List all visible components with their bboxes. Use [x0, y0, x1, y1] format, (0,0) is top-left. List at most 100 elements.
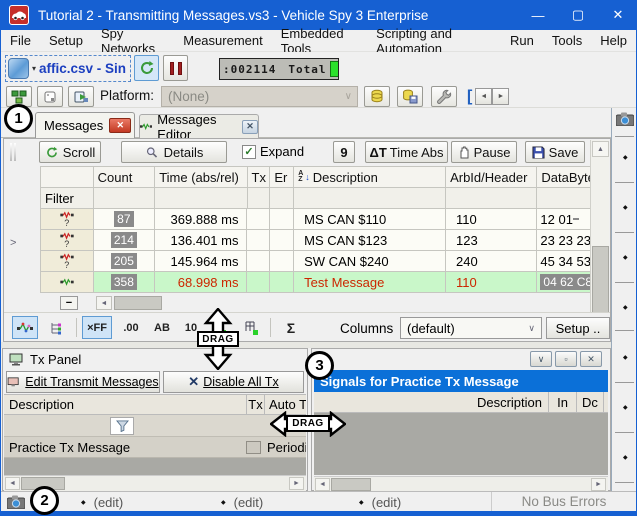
- menu-help[interactable]: Help: [591, 33, 636, 48]
- dock-bullet[interactable]: ◆: [623, 204, 628, 211]
- tree-view-button[interactable]: [44, 316, 70, 339]
- col-er-header[interactable]: Er: [270, 166, 294, 188]
- filter-funnel-button[interactable]: [110, 417, 134, 435]
- hex-display-button[interactable]: ×FF: [82, 316, 112, 339]
- row-expander-icon[interactable]: >: [10, 237, 16, 249]
- filter-cell[interactable]: [155, 188, 247, 209]
- nav-forward-button[interactable]: ►: [492, 88, 509, 105]
- scrollbar-thumb[interactable]: [331, 478, 371, 491]
- scroll-left-icon[interactable]: ◄: [315, 478, 330, 491]
- collapse-button[interactable]: ∨: [530, 351, 552, 367]
- toolbar-grip[interactable]: [14, 143, 16, 161]
- col-time-header[interactable]: Time (abs/rel): [155, 166, 247, 188]
- disable-all-tx-button[interactable]: ✕ Disable All Tx: [163, 371, 304, 393]
- minimize-button[interactable]: —: [518, 0, 558, 30]
- columns-auto-button[interactable]: [238, 316, 264, 339]
- filter-cell[interactable]: [248, 188, 271, 209]
- col-description-header[interactable]: AZ ↓ Description: [294, 166, 446, 188]
- scroll-left-icon[interactable]: ◄: [5, 477, 20, 490]
- save-button[interactable]: Save: [525, 141, 585, 163]
- vehiclescape-button[interactable]: [68, 86, 94, 107]
- totals-button[interactable]: Σ: [278, 316, 304, 339]
- dock-bullet[interactable]: ◆: [623, 404, 628, 411]
- menu-spy-networks[interactable]: Spy Networks: [92, 26, 174, 56]
- tab-close-icon[interactable]: ✕: [242, 120, 258, 134]
- status-edit-2[interactable]: ◆ (edit): [221, 495, 263, 510]
- database-button[interactable]: [364, 86, 390, 107]
- col-arbid-header[interactable]: ArbId/Header: [446, 166, 537, 188]
- restore-button[interactable]: ▫: [555, 351, 577, 367]
- vertical-scrollbar[interactable]: ▲ ▼: [590, 140, 609, 341]
- setup-tools-button[interactable]: [431, 86, 457, 107]
- collapse-button[interactable]: −: [60, 296, 78, 310]
- camera-icon[interactable]: [616, 112, 634, 126]
- filter-cell[interactable]: [94, 188, 156, 209]
- tab-messages-editor[interactable]: Messages Editor ✕: [139, 114, 259, 138]
- message-row[interactable]: ? 205 145.964 ms SW CAN $240 240 45 34 5…: [40, 251, 592, 272]
- filter-cell[interactable]: [537, 188, 592, 209]
- digit-mode-button[interactable]: 9: [333, 141, 355, 163]
- online-mode-icon[interactable]: [8, 58, 29, 79]
- signals-col-dc[interactable]: Dc: [576, 392, 604, 412]
- pause-button[interactable]: Pause: [451, 141, 517, 163]
- tx-col-description[interactable]: Description: [4, 395, 246, 414]
- scroll-up-icon[interactable]: ▲: [592, 141, 609, 157]
- chevron-down-icon[interactable]: ▾: [32, 64, 36, 73]
- dock-bullet[interactable]: ◆: [623, 304, 628, 311]
- col-icon-header[interactable]: [40, 166, 94, 188]
- dock-bullet[interactable]: ◆: [623, 354, 628, 361]
- col-tx-header[interactable]: Tx: [248, 166, 271, 188]
- menu-run[interactable]: Run: [501, 33, 543, 48]
- menu-tools[interactable]: Tools: [543, 33, 591, 48]
- menu-embedded-tools[interactable]: Embedded Tools: [272, 26, 367, 56]
- platform-select[interactable]: (None) ∨: [161, 86, 358, 107]
- details-button[interactable]: Details: [121, 141, 227, 163]
- restart-button[interactable]: [134, 55, 159, 81]
- menu-scripting[interactable]: Scripting and Automation: [367, 26, 501, 56]
- nav-back-button[interactable]: ◄: [475, 88, 492, 105]
- menu-measurement[interactable]: Measurement: [174, 33, 271, 48]
- col-databytes-header[interactable]: DataBytes: [537, 166, 592, 188]
- signals-col-description[interactable]: Description: [466, 392, 548, 412]
- message-row[interactable]: ? 87 369.888 ms MS CAN $110 110 12 01: [40, 209, 592, 230]
- scroll-right-icon[interactable]: ►: [591, 478, 606, 491]
- scroll-button[interactable]: Scroll: [39, 141, 101, 163]
- message-row[interactable]: ? 214 136.401 ms MS CAN $123 123 23 23 2…: [40, 230, 592, 251]
- columns-setup-button[interactable]: Setup ..: [546, 317, 610, 339]
- scrollbar-thumb[interactable]: [114, 296, 162, 310]
- datafile-combo[interactable]: ▾ affic.csv - Sin: [5, 55, 131, 82]
- dock-bullet[interactable]: ◆: [623, 454, 628, 461]
- edit-label[interactable]: (edit): [94, 495, 124, 510]
- maximize-button[interactable]: ▢: [558, 0, 598, 30]
- toolbar-grip[interactable]: [10, 143, 12, 161]
- columns-select[interactable]: (default) ∨: [400, 317, 542, 339]
- scroll-left-icon[interactable]: ◄: [96, 296, 112, 310]
- close-button[interactable]: ✕: [580, 351, 602, 367]
- pause-button-top[interactable]: [163, 55, 188, 81]
- signals-horizontal-scrollbar[interactable]: ◄ ►: [314, 476, 608, 492]
- filter-cell[interactable]: [446, 188, 537, 209]
- tab-messages[interactable]: Messages ✕: [35, 112, 135, 138]
- message-row-selected[interactable]: 358 68.998 ms Test Message 110 04 62 C8 …: [40, 272, 592, 293]
- tx-filter-row[interactable]: [4, 415, 306, 437]
- expand-toggle[interactable]: ✓ Expand: [242, 144, 304, 159]
- scroll-right-icon[interactable]: ►: [289, 477, 304, 490]
- dock-bullet[interactable]: ◆: [623, 254, 628, 261]
- edit-label[interactable]: (edit): [372, 495, 402, 510]
- col-count-header[interactable]: Count: [94, 166, 156, 188]
- filter-cell[interactable]: [294, 188, 446, 209]
- status-edit-1[interactable]: ◆ (edit): [81, 495, 123, 510]
- database-save-button[interactable]: [397, 86, 423, 107]
- close-button[interactable]: ✕: [598, 0, 637, 30]
- expand-checkbox[interactable]: ✓: [242, 145, 256, 159]
- tx-enable-checkbox[interactable]: [246, 441, 261, 454]
- edit-transmit-messages-button[interactable]: Edit Transmit Messages: [6, 371, 160, 393]
- decimal-display-button[interactable]: .00: [118, 316, 144, 339]
- filter-cell[interactable]: [270, 188, 294, 209]
- signals-col-in[interactable]: In: [548, 392, 576, 412]
- time-abs-button[interactable]: ΔT Time Abs: [365, 141, 448, 163]
- tx-col-tx[interactable]: Tx: [246, 395, 264, 414]
- coremini-button[interactable]: [37, 86, 63, 107]
- graph-view-button[interactable]: [12, 316, 38, 339]
- camera-icon[interactable]: [7, 495, 25, 509]
